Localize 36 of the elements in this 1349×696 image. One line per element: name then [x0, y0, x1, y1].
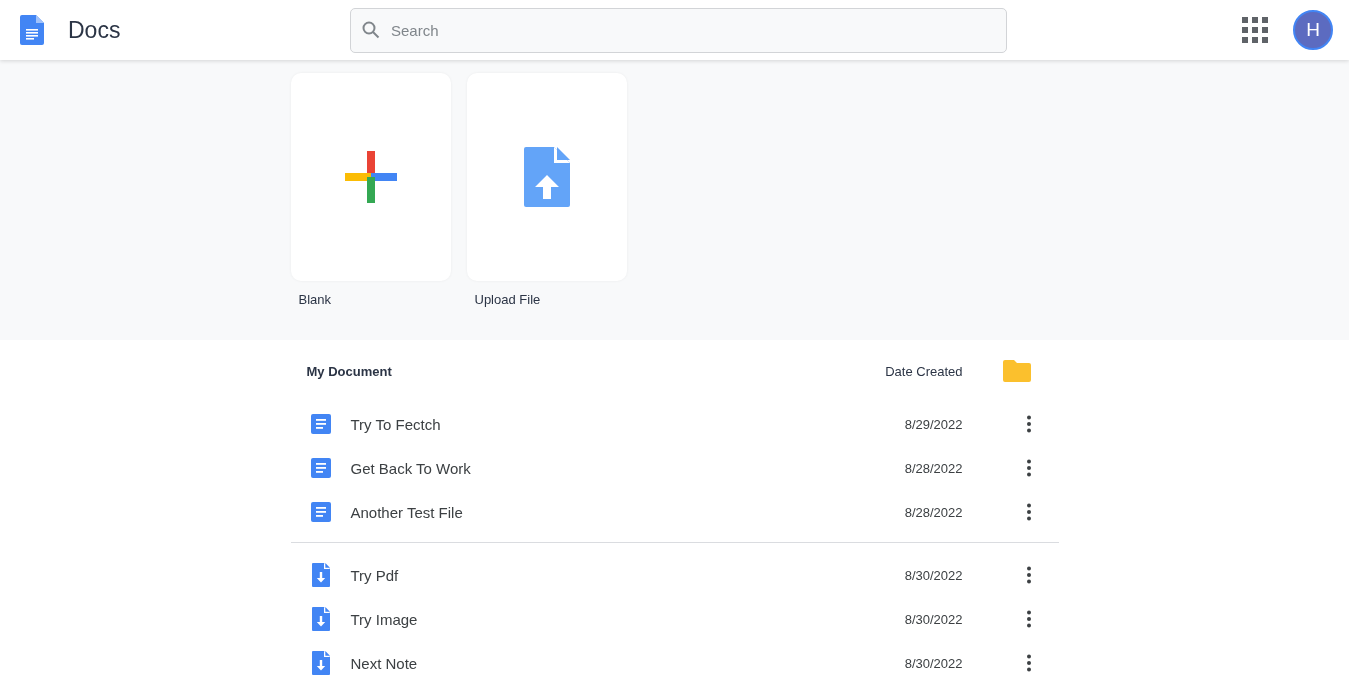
document-icon [310, 502, 331, 522]
more-options-icon[interactable] [1025, 459, 1032, 477]
date-text: 8/29/2022 [904, 416, 963, 432]
file-download-icon [311, 651, 330, 675]
template-card[interactable] [466, 73, 627, 281]
date-text: 8/30/2022 [904, 611, 963, 627]
template-label: Upload File [474, 292, 542, 307]
template-label: Blank [298, 292, 333, 307]
date-text: 8/30/2022 [904, 655, 963, 671]
app-title: Docs [68, 16, 121, 44]
more-options-icon[interactable] [1025, 654, 1032, 672]
document-name[interactable]: Try Image [350, 610, 418, 628]
more-options-icon[interactable] [1025, 415, 1032, 433]
date-text: 8/28/2022 [904, 460, 963, 476]
column-header: My Document [306, 363, 392, 379]
more-options-icon[interactable] [1025, 566, 1032, 584]
more-options-icon[interactable] [1025, 610, 1032, 628]
document-icon [310, 458, 331, 478]
apps-grid-icon[interactable] [1242, 17, 1268, 43]
avatar-button[interactable]: H [1293, 10, 1333, 50]
file-download-icon [311, 607, 330, 631]
document-name[interactable]: Next Note [350, 654, 418, 672]
document-icon [20, 15, 44, 45]
document-name[interactable]: Get Back To Work [350, 459, 471, 477]
plus-icon [344, 151, 397, 203]
column-header: Date Created [885, 363, 963, 379]
document-icon [310, 414, 331, 434]
file-upload-icon [523, 147, 570, 207]
document-name[interactable]: Try To Fectch [350, 415, 441, 433]
more-options-icon[interactable] [1025, 503, 1032, 521]
date-text: 8/28/2022 [904, 504, 963, 520]
file-download-icon [311, 563, 330, 587]
search-field[interactable]: Search [350, 7, 1007, 53]
date-text: 8/30/2022 [904, 567, 963, 583]
document-name[interactable]: Try Pdf [350, 566, 399, 584]
document-name[interactable]: Another Test File [350, 503, 463, 521]
